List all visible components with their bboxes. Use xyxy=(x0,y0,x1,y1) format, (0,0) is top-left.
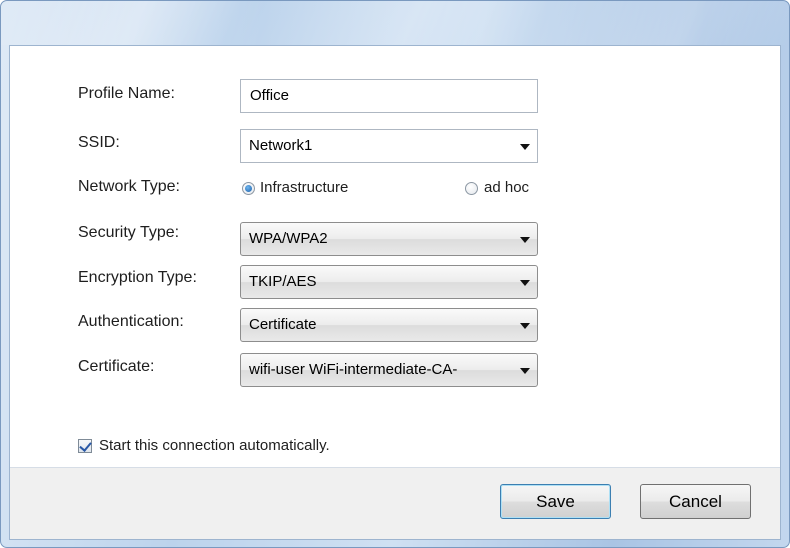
profile-name-label: Profile Name: xyxy=(78,85,175,102)
authentication-select[interactable]: Certificate xyxy=(240,308,538,342)
chevron-down-icon[interactable] xyxy=(520,368,530,374)
chevron-down-icon[interactable] xyxy=(520,237,530,243)
ssid-value: Network1 xyxy=(249,137,313,154)
security-type-value: WPA/WPA2 xyxy=(249,230,328,247)
encryption-type-value: TKIP/AES xyxy=(249,273,317,290)
profile-name-input[interactable]: Office xyxy=(240,79,538,113)
authentication-value: Certificate xyxy=(249,316,317,333)
encryption-type-row: Encryption Type: TKIP/AES xyxy=(10,265,780,304)
profile-name-row: Profile Name: Office xyxy=(10,79,780,120)
title-bar[interactable] xyxy=(1,1,789,45)
save-button[interactable]: Save xyxy=(500,484,611,519)
encryption-type-label: Encryption Type: xyxy=(78,269,197,286)
security-type-row: Security Type: WPA/WPA2 xyxy=(10,222,780,259)
authentication-row: Authentication: Certificate xyxy=(10,308,780,348)
ssid-label: SSID: xyxy=(78,134,120,151)
security-type-select[interactable]: WPA/WPA2 xyxy=(240,222,538,256)
authentication-label: Authentication: xyxy=(78,313,184,330)
chevron-down-icon[interactable] xyxy=(520,280,530,286)
checkmark-icon xyxy=(79,439,92,452)
security-type-label: Security Type: xyxy=(78,224,180,241)
dialog-content: Profile Name: Office SSID: Network1 Netw… xyxy=(9,45,781,540)
certificate-row: Certificate: wifi-user WiFi-intermediate… xyxy=(10,353,780,393)
ad-hoc-radio[interactable] xyxy=(465,182,478,195)
chevron-down-icon[interactable] xyxy=(520,144,530,150)
certificate-select[interactable]: wifi-user WiFi-intermediate-CA- xyxy=(240,353,538,387)
encryption-type-select[interactable]: TKIP/AES xyxy=(240,265,538,299)
cancel-button[interactable]: Cancel xyxy=(640,484,751,519)
auto-connect-label[interactable]: Start this connection automatically. xyxy=(99,437,330,454)
network-type-row: Network Type: Infrastructure ad hoc xyxy=(10,177,780,213)
profile-dialog-window: Profile Name: Office SSID: Network1 Netw… xyxy=(0,0,790,548)
button-bar: Save Cancel xyxy=(10,468,780,539)
infrastructure-radio[interactable] xyxy=(242,182,255,195)
certificate-value: wifi-user WiFi-intermediate-CA- xyxy=(249,361,458,378)
ssid-combobox[interactable]: Network1 xyxy=(240,129,538,163)
infrastructure-radio-label[interactable]: Infrastructure xyxy=(260,179,348,196)
ad-hoc-radio-label[interactable]: ad hoc xyxy=(484,179,529,196)
network-type-label: Network Type: xyxy=(78,178,180,195)
certificate-label: Certificate: xyxy=(78,358,155,375)
auto-connect-checkbox[interactable] xyxy=(78,439,92,453)
ssid-row: SSID: Network1 xyxy=(10,129,780,169)
chevron-down-icon[interactable] xyxy=(520,323,530,329)
